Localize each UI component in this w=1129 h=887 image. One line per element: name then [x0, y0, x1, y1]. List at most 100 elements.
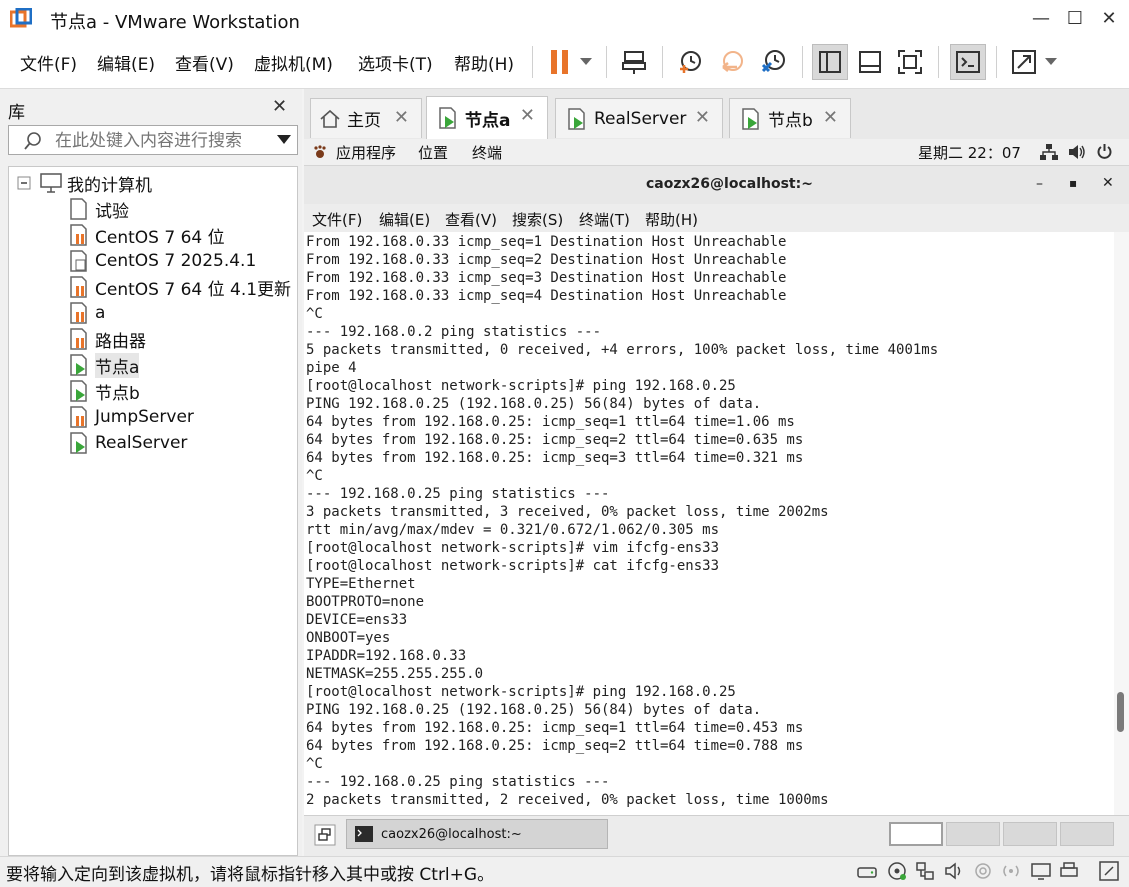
terminal-menu-help[interactable]: 帮助(H): [645, 209, 698, 230]
terminal-menu-terminal[interactable]: 终端(T): [579, 209, 630, 230]
tab-close-icon[interactable]: ✕: [520, 105, 535, 126]
tree-item-label: JumpServer: [95, 407, 194, 427]
snapshot-manager-button[interactable]: [756, 44, 792, 80]
tree-item-label: a: [95, 303, 106, 323]
library-search-input[interactable]: [53, 129, 257, 153]
tree-item-shiyan[interactable]: 试验: [67, 196, 129, 222]
gnome-places-menu[interactable]: 位置: [418, 142, 448, 163]
terminal-close-button[interactable]: ✕: [1102, 175, 1114, 191]
workspace-2[interactable]: [946, 822, 1000, 846]
tab-label: RealServer: [594, 108, 687, 129]
gnome-terminal-menu[interactable]: 终端: [472, 142, 502, 163]
power-dropdown-button[interactable]: [574, 44, 598, 80]
take-snapshot-button[interactable]: [672, 44, 708, 80]
stretch-button[interactable]: [1006, 44, 1042, 80]
tree-item-label: CentOS 7 64 位: [95, 227, 225, 248]
pause-button[interactable]: [542, 44, 578, 80]
gnome-clock[interactable]: 星期二 22：07: [918, 142, 1021, 163]
vm-stopped-icon: [70, 250, 87, 272]
tree-item-centos7-64[interactable]: CentOS 7 64 位: [67, 222, 225, 248]
display-icon[interactable]: [1030, 860, 1052, 882]
cd-dvd-icon[interactable]: [886, 860, 908, 882]
revert-snapshot-button[interactable]: [714, 44, 750, 80]
close-button[interactable]: ✕: [1094, 4, 1124, 34]
console-view-button[interactable]: [950, 44, 986, 80]
menu-vm[interactable]: 虚拟机(M): [254, 50, 333, 75]
network-adapter-icon[interactable]: [914, 860, 936, 882]
menu-edit[interactable]: 编辑(E): [97, 50, 155, 75]
tab-close-icon[interactable]: ✕: [823, 107, 838, 128]
search-dropdown-icon[interactable]: [277, 135, 291, 145]
terminal-menu-file[interactable]: 文件(F): [312, 209, 362, 230]
terminal-menu-edit[interactable]: 编辑(E): [379, 209, 430, 230]
tree-item-centos7-2025[interactable]: CentOS 7 2025.4.1: [67, 248, 256, 274]
show-desktop-icon[interactable]: [314, 824, 336, 846]
tree-item-router[interactable]: 路由器: [67, 326, 146, 352]
menu-view[interactable]: 查看(V): [175, 50, 234, 75]
network-icon[interactable]: [1040, 144, 1058, 160]
window-list-item-terminal[interactable]: caozx26@localhost:~: [346, 819, 608, 849]
tree-item-node-a[interactable]: 节点a: [67, 352, 140, 378]
thumbnail-layout-icon: [859, 51, 881, 73]
terminal-output-area[interactable]: From 192.168.0.33 icmp_seq=1 Destination…: [304, 232, 1114, 815]
tab-close-icon[interactable]: ✕: [394, 107, 409, 128]
chevron-down-icon: [1045, 58, 1057, 65]
tree-item-jumpserver[interactable]: JumpServer: [67, 404, 194, 430]
pause-icon: [551, 50, 568, 74]
tree-item-label: CentOS 7 64 位 4.1更新: [95, 279, 292, 300]
tab-label: 节点a: [465, 110, 511, 131]
show-library-button[interactable]: [812, 44, 848, 80]
status-message: 要将输入定向到该虚拟机，请将鼠标指针移入其中或按 Ctrl+G。: [6, 865, 495, 885]
terminal-menu-view[interactable]: 查看(V): [445, 209, 497, 230]
menu-help[interactable]: 帮助(H): [454, 50, 514, 75]
terminal-minimize-button[interactable]: –: [1036, 176, 1043, 192]
terminal-scrollbar-thumb[interactable]: [1117, 692, 1124, 732]
tab-node-a[interactable]: 节点a ✕: [426, 96, 548, 139]
library-search-box: [8, 125, 298, 155]
vm-paused-icon: [70, 302, 87, 324]
usb-device-icon[interactable]: [972, 860, 994, 882]
vm-running-icon: [70, 432, 87, 454]
show-thumbnail-bar-button[interactable]: [852, 44, 888, 80]
menu-tabs[interactable]: 选项卡(T): [358, 50, 433, 75]
workspace-4[interactable]: [1060, 822, 1114, 846]
tree-item-centos7-64-update[interactable]: CentOS 7 64 位 4.1更新: [67, 274, 291, 300]
power-icon[interactable]: [1096, 143, 1113, 160]
tab-close-icon[interactable]: ✕: [695, 107, 710, 128]
menu-file[interactable]: 文件(F): [20, 50, 77, 75]
tab-label: 节点b: [768, 111, 813, 131]
full-screen-button[interactable]: [892, 44, 928, 80]
workspace-1[interactable]: [889, 822, 943, 846]
computer-icon: [40, 173, 62, 193]
tree-item-a[interactable]: a: [67, 300, 105, 326]
tab-home[interactable]: 主页 ✕: [310, 98, 422, 138]
tab-node-b[interactable]: 节点b ✕: [729, 98, 851, 138]
vm-running-icon: [70, 380, 87, 402]
hard-disk-icon[interactable]: [856, 860, 878, 882]
collapse-icon[interactable]: [17, 176, 31, 190]
message-log-icon[interactable]: [1098, 860, 1120, 882]
tree-item-realserver[interactable]: RealServer: [67, 430, 187, 456]
printer-icon[interactable]: [1058, 860, 1080, 882]
wireless-icon[interactable]: [1000, 860, 1022, 882]
tree-root-my-computer[interactable]: 我的计算机: [17, 170, 152, 196]
tree-item-node-b[interactable]: 节点b: [67, 378, 140, 404]
library-tree: 我的计算机 试验 CentOS 7 64 位 CentOS 7 2025.4.1…: [8, 166, 298, 856]
snapshot-revert-icon: [722, 51, 743, 72]
gnome-applications-menu[interactable]: 应用程序: [336, 142, 396, 163]
minimize-button[interactable]: —: [1026, 4, 1056, 34]
volume-icon[interactable]: [1068, 144, 1086, 160]
terminal-maximize-button[interactable]: ▪: [1069, 176, 1077, 190]
library-close-button[interactable]: ✕: [272, 96, 287, 117]
snapshot-manager-icon: [761, 50, 785, 73]
stretch-dropdown-button[interactable]: [1040, 44, 1062, 80]
send-ctrl-alt-del-button[interactable]: [616, 44, 652, 80]
gnome-foot-icon: [314, 145, 326, 158]
sound-card-icon[interactable]: [944, 860, 966, 882]
tab-realserver[interactable]: RealServer ✕: [555, 98, 723, 138]
toolbar-separator: [996, 46, 997, 78]
workspace-3[interactable]: [1003, 822, 1057, 846]
terminal-menu-search[interactable]: 搜索(S): [512, 209, 563, 230]
tree-root-label: 我的计算机: [67, 175, 152, 196]
maximize-button[interactable]: ☐: [1060, 4, 1090, 34]
